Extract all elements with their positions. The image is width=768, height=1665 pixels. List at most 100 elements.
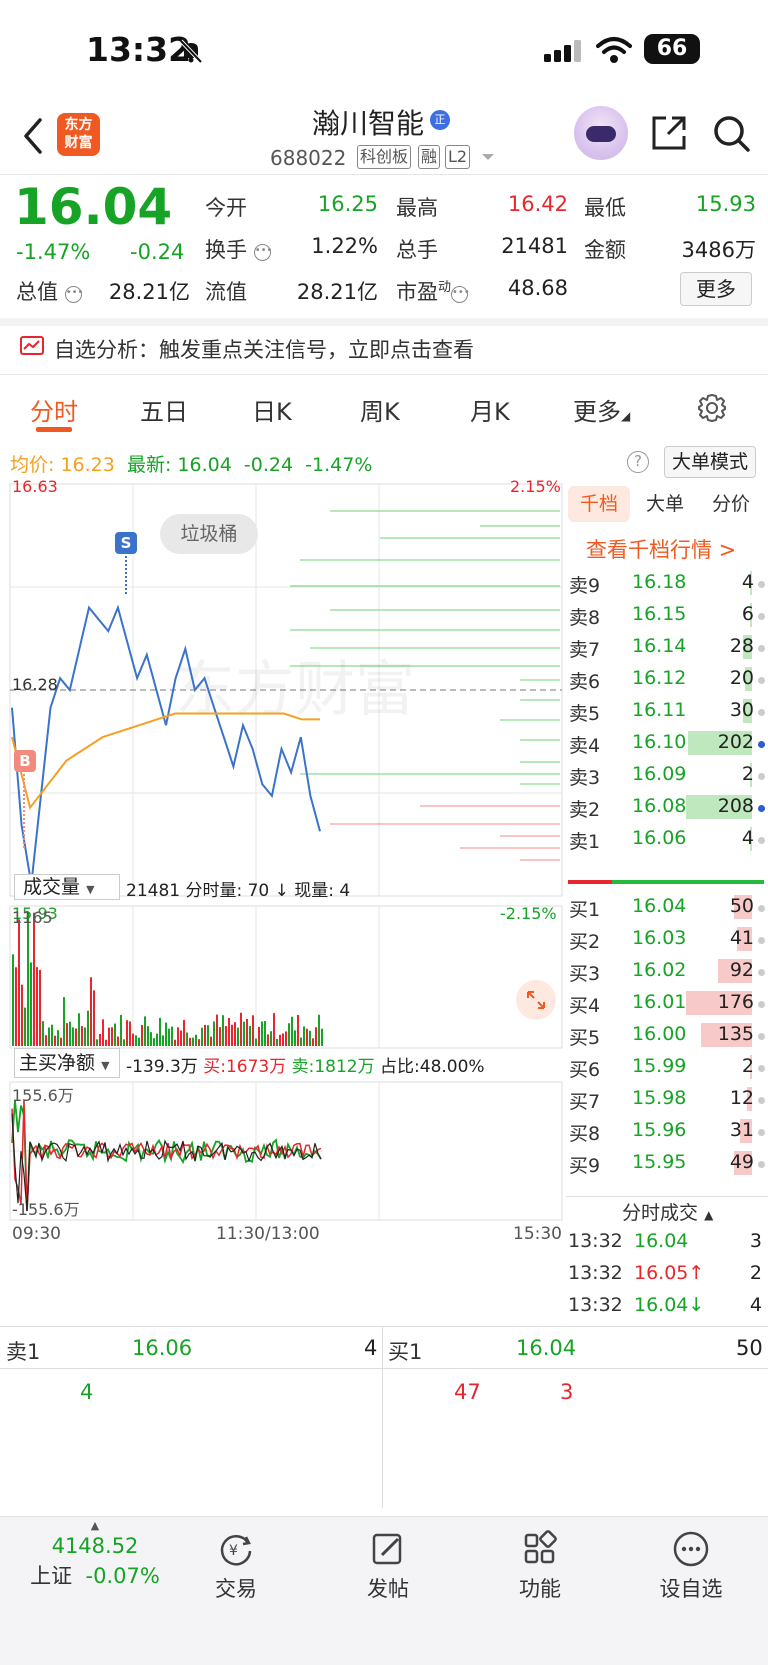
volume-bar [267, 1034, 269, 1046]
volume-bar [183, 1019, 185, 1046]
divider [0, 174, 768, 175]
volume-bar [321, 1028, 323, 1046]
trade-icon: ¥ [220, 1535, 252, 1566]
bid-row[interactable]: 买4 16.01 176 [566, 986, 768, 1020]
volume-bar [165, 1022, 167, 1046]
volume-bar [51, 1024, 53, 1046]
orderbook-tabs: 千档 大单 分价 [566, 486, 768, 522]
volume-bar [249, 1025, 251, 1046]
volume-bar [282, 1033, 284, 1046]
ticks-title[interactable]: 分时成交 ▲ [622, 1198, 713, 1225]
volume-bar [198, 1039, 200, 1046]
share-icon[interactable] [650, 114, 688, 152]
info-icon: ••• [64, 286, 83, 303]
market-value-label[interactable]: 总值 ••• [16, 276, 83, 306]
bid-row[interactable]: 买1 16.04 50 [566, 890, 768, 924]
ask-volume: 4 [741, 571, 754, 593]
volume-bar [63, 997, 65, 1046]
gear-icon[interactable] [696, 392, 728, 424]
ask-row[interactable]: 卖7 16.14 28 [566, 630, 768, 664]
back-arrow-icon[interactable] [20, 116, 46, 156]
stock-name[interactable]: 瀚川智能 [312, 102, 424, 142]
bid-price: 16.00 [632, 1023, 687, 1045]
level-dot [758, 1097, 765, 1104]
buy-marker[interactable]: B [14, 750, 36, 772]
bid-volume: 176 [717, 991, 754, 1013]
bottom-tab-bar: ▲ 4148.52 上证 -0.07% ¥ 交易 发帖 功能 设自选 [0, 1516, 768, 1665]
tick-row: 13:32 16.04 3 [568, 1230, 766, 1260]
bid-level-label: 买3 [569, 963, 601, 985]
app-logo[interactable]: 东方 财富 [57, 113, 100, 156]
post-tab[interactable]: 发帖 [348, 1517, 428, 1603]
ask-row[interactable]: 卖1 16.06 4 [566, 822, 768, 856]
tab-intraday[interactable]: 分时 [30, 392, 78, 427]
ask-level-label: 卖6 [569, 671, 601, 693]
volume-bar [246, 1018, 248, 1046]
volume-bar [120, 1014, 122, 1046]
bid-row[interactable]: 买9 15.95 49 [566, 1146, 768, 1180]
ask-row[interactable]: 卖9 16.18 4 [566, 566, 768, 600]
tick-time: 13:32 [568, 1230, 623, 1252]
index-quote[interactable]: ▲ 4148.52 上证 -0.07% [20, 1517, 170, 1590]
tick-row: 13:32 16.05↑ 2 [568, 1262, 766, 1292]
ask-price: 16.09 [632, 763, 687, 785]
add-watchlist-tab[interactable]: 设自选 [648, 1517, 734, 1603]
ask-row[interactable]: 卖2 16.08 208 [566, 790, 768, 824]
pe-label[interactable]: 市盈动••• [396, 276, 470, 306]
function-tab[interactable]: 功能 [500, 1517, 580, 1603]
bid-row[interactable]: 买7 15.98 12 [566, 1082, 768, 1116]
bid-row[interactable]: 买2 16.03 41 [566, 922, 768, 956]
dropdown-caret-icon[interactable] [481, 152, 495, 162]
avg-line [11, 712, 320, 810]
ask-row[interactable]: 卖3 16.09 2 [566, 758, 768, 792]
tab-thousand-level[interactable]: 千档 [568, 486, 630, 522]
info-icon: ••• [451, 286, 470, 303]
grid-icon [524, 1530, 557, 1564]
net-selector[interactable]: 主买净额 ▼ [14, 1048, 120, 1078]
tab-monthly-k[interactable]: 月K [470, 392, 510, 427]
volume-bar [21, 984, 23, 1046]
volume-bar [300, 1037, 302, 1046]
volume-bar [150, 1032, 152, 1046]
view-thousand-level-link[interactable]: 查看千档行情 > [586, 534, 736, 564]
ask-row[interactable]: 卖6 16.12 20 [566, 662, 768, 696]
tick-row: 13:32 16.04↓ 4 [568, 1294, 766, 1324]
status-bar: 13:32 66 [0, 0, 768, 100]
tab-weekly-k[interactable]: 周K [360, 392, 400, 427]
ask-row[interactable]: 卖8 16.15 6 [566, 598, 768, 632]
bid-row[interactable]: 买3 16.02 92 [566, 954, 768, 988]
tab-big-order[interactable]: 大单 [634, 486, 696, 522]
bid-row[interactable]: 买8 15.96 31 [566, 1114, 768, 1148]
turnover-value: 1.22% [311, 234, 378, 258]
bid-row[interactable]: 买6 15.99 2 [566, 1050, 768, 1084]
sell-marker[interactable]: S [115, 532, 137, 554]
expand-button[interactable] [516, 980, 556, 1020]
robot-avatar[interactable] [574, 106, 628, 160]
divider [0, 374, 768, 375]
tab-more[interactable]: 更多◢ [573, 392, 630, 427]
analysis-banner[interactable]: 自选分析：触发重点关注信号，立即点击查看 [54, 334, 474, 364]
ask-row[interactable]: 卖4 16.10 202 [566, 726, 768, 760]
volume-bar [210, 1036, 212, 1046]
more-button[interactable]: 更多 [680, 272, 752, 306]
trade-tab[interactable]: ¥ 交易 [196, 1517, 276, 1603]
bid-level-label: 买9 [569, 1155, 601, 1177]
signal-icon [544, 40, 581, 62]
ask-row[interactable]: 卖5 16.11 30 [566, 694, 768, 728]
bid-row[interactable]: 买5 16.00 135 [566, 1018, 768, 1052]
trash-button[interactable]: 垃圾桶 [160, 514, 258, 554]
volume-bar [99, 1033, 101, 1046]
intraday-chart[interactable]: 东方财富 16.63 16.28 15.93 2.15% -2.15% 垃圾桶 … [0, 477, 564, 1330]
search-icon[interactable] [712, 114, 752, 154]
turnover-label[interactable]: 换手 ••• [205, 234, 272, 264]
volume-bar [15, 967, 17, 1046]
volume-bar [189, 1037, 191, 1046]
volume-bar [204, 1024, 206, 1046]
tab-five-day[interactable]: 五日 [140, 392, 188, 427]
big-order-mode-button[interactable]: 大单模式 [664, 446, 756, 478]
tab-price-distribution[interactable]: 分价 [700, 486, 762, 522]
tab-daily-k[interactable]: 日K [252, 392, 292, 427]
tick-time: 13:32 [568, 1262, 623, 1284]
help-icon[interactable]: ? [627, 451, 649, 473]
volume-selector[interactable]: 成交量 ▼ [14, 874, 120, 900]
